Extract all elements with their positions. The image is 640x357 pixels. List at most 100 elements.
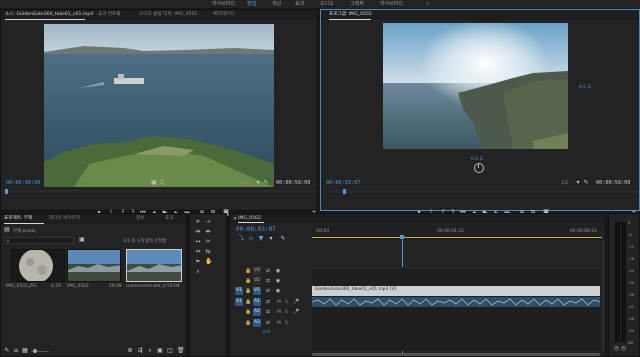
zoom-tool-icon[interactable]: ⌕	[195, 269, 201, 275]
mute-button[interactable]: M	[277, 321, 281, 326]
program-video-frame[interactable]	[383, 23, 568, 149]
timeline-ruler[interactable]: :00:00 00:00:04:23 00:00:09:23	[312, 226, 602, 240]
workspace-effects[interactable]: 효과	[295, 0, 304, 8]
sync-lock-icon[interactable]: ⇄	[265, 278, 271, 284]
drag-video-only-icon[interactable]: ▣	[151, 180, 157, 186]
dropdown-arrow-icon[interactable]: ▾	[575, 180, 581, 186]
program-playhead[interactable]	[343, 189, 346, 194]
solo-button[interactable]: S	[285, 310, 288, 315]
tab-effect-controls[interactable]: 효과 컨트롤	[98, 10, 121, 20]
eye-icon[interactable]: ◉	[275, 288, 281, 294]
rolling-edit-tool-icon[interactable]: ⇼	[205, 229, 211, 235]
tab-metadata[interactable]: 메타데이터	[213, 10, 234, 20]
tab-effects[interactable]: 효과	[165, 214, 173, 224]
solo-button[interactable]: S	[285, 321, 288, 326]
source-patch-a1[interactable]: A1	[235, 298, 243, 306]
track-v3[interactable]: V3	[253, 267, 261, 275]
sync-lock-icon[interactable]: ⇄	[265, 309, 271, 315]
program-fit-select[interactable]: 1/2	[561, 181, 568, 186]
voiceover-icon[interactable]: 🎤	[293, 309, 299, 315]
find-icon[interactable]: ⌕	[147, 348, 153, 354]
track-v1[interactable]: V1	[253, 287, 261, 295]
timeline-track-area[interactable]: GoldenGate360_take01_v01.mp4 [V]	[311, 267, 601, 351]
eye-icon[interactable]: ◉	[275, 268, 281, 274]
lock-icon[interactable]: 🔒	[245, 320, 251, 326]
tab-source[interactable]: 소스: GoldenGate360_take01_v01.mp4	[5, 10, 93, 20]
hand-tool-icon[interactable]: ✋	[205, 259, 212, 265]
pen-tool-icon[interactable]: ✒	[195, 259, 201, 265]
wrench-icon[interactable]: ✎	[280, 236, 286, 242]
track-v2[interactable]: V2	[253, 277, 261, 285]
eye-icon[interactable]: ◉	[275, 278, 281, 284]
workspace-graphics[interactable]: 그래픽	[350, 0, 364, 8]
tab-project[interactable]: 프로젝트: 무제	[4, 214, 44, 224]
scrollbar-thumb[interactable]	[312, 353, 600, 356]
workspace-color[interactable]: 색상	[272, 0, 281, 8]
new-item-icon[interactable]: ◫	[167, 348, 173, 354]
wrench-icon[interactable]: ✎	[583, 180, 589, 186]
meter-solo-left-button[interactable]: S	[614, 346, 619, 351]
new-bin-icon[interactable]: ▣	[157, 348, 163, 354]
track-select-tool-icon[interactable]: ⇢	[205, 219, 211, 225]
track-a3[interactable]: A3	[253, 319, 261, 327]
nest-icon[interactable]: ⤵	[238, 236, 244, 242]
source-playhead[interactable]	[5, 189, 8, 194]
workspace-libraries[interactable]: 라이브러리	[212, 0, 235, 8]
tab-media-browser[interactable]: 미디어 브라우저	[49, 214, 80, 224]
track-a1[interactable]: A1	[253, 298, 261, 306]
source-patch-v1[interactable]: V1	[235, 287, 243, 295]
lock-icon[interactable]: 🔒	[245, 268, 251, 274]
source-time-ruler[interactable]	[4, 190, 316, 193]
slip-tool-icon[interactable]: ⇔	[195, 249, 201, 255]
automate-to-sequence-icon[interactable]: ⇶	[137, 348, 143, 354]
new-bin-icon[interactable]: ▣	[79, 237, 85, 243]
meter-solo-right-button[interactable]: S	[621, 346, 626, 351]
add-marker-icon[interactable]: ▾	[268, 236, 274, 242]
tab-info[interactable]: 정보	[136, 214, 144, 224]
clear-icon[interactable]: 🗑	[177, 348, 185, 354]
icon-view-icon[interactable]: ▦	[22, 348, 28, 354]
ripple-edit-tool-icon[interactable]: ⇹	[195, 229, 201, 235]
write-lock-icon[interactable]: ✎	[4, 348, 10, 354]
sort-icons-icon[interactable]: ≣	[127, 348, 133, 354]
lock-icon[interactable]: 🔒	[245, 309, 251, 315]
sync-lock-icon[interactable]: ⇄	[265, 299, 271, 305]
project-item-thumb-0[interactable]	[11, 249, 65, 282]
razor-tool-icon[interactable]: ✂	[205, 239, 211, 245]
workspace-overflow-menu[interactable]: »	[426, 0, 429, 8]
lock-icon[interactable]: 🔒	[245, 278, 251, 284]
sync-lock-icon[interactable]: ⇄	[265, 288, 271, 294]
lock-icon[interactable]: 🔒	[245, 299, 251, 305]
selection-tool-icon[interactable]: ➤	[195, 219, 201, 225]
tab-program[interactable]: 프로그램: IMG_0502	[329, 10, 372, 20]
video-clip[interactable]: GoldenGate360_take01_v01.mp4 [V]	[312, 286, 600, 296]
track-a2[interactable]: A2	[253, 308, 261, 316]
sync-lock-icon[interactable]: ⇄	[265, 320, 271, 326]
timeline-vertical-scrollbar[interactable]	[602, 240, 605, 350]
program-current-timecode[interactable]: 00:00:03:07	[326, 180, 360, 186]
drag-audio-only-icon[interactable]: ♫	[159, 180, 165, 186]
workspace-editing[interactable]: 편집	[247, 0, 256, 8]
workspace-library[interactable]: 라이브러리	[380, 0, 403, 8]
program-time-ruler[interactable]	[324, 190, 638, 193]
project-item-thumb-2[interactable]	[126, 249, 182, 282]
lock-icon[interactable]: 🔒	[245, 288, 251, 294]
snap-icon[interactable]: ∩	[248, 236, 254, 242]
mute-button[interactable]: M	[277, 300, 281, 305]
tab-sequence[interactable]: IMG_0502	[238, 214, 264, 223]
tab-audio-clip-mixer[interactable]: 오디오 클립 믹서: IMG_0502	[139, 10, 197, 20]
voiceover-icon[interactable]: 🎤	[293, 299, 299, 305]
work-area-bar[interactable]	[312, 237, 602, 238]
slide-tool-icon[interactable]: ⇆	[205, 249, 211, 255]
mute-button[interactable]: M	[277, 310, 281, 315]
zoom-slider-knob[interactable]	[33, 349, 37, 353]
linked-selection-icon[interactable]: ▼	[258, 236, 264, 242]
solo-button[interactable]: S	[285, 300, 288, 305]
source-fit-select[interactable]: 1/2	[241, 181, 248, 186]
source-current-timecode[interactable]: 00:00:00:00	[6, 180, 40, 186]
project-search-input[interactable]: ⌕	[4, 237, 74, 244]
dropdown-arrow-icon[interactable]: ▾	[255, 180, 261, 186]
vr-pitch-readout[interactable]: 0.0 도	[471, 156, 483, 162]
wrench-icon[interactable]: ✎	[263, 180, 269, 186]
timeline-horizontal-scrollbar[interactable]	[312, 353, 600, 356]
